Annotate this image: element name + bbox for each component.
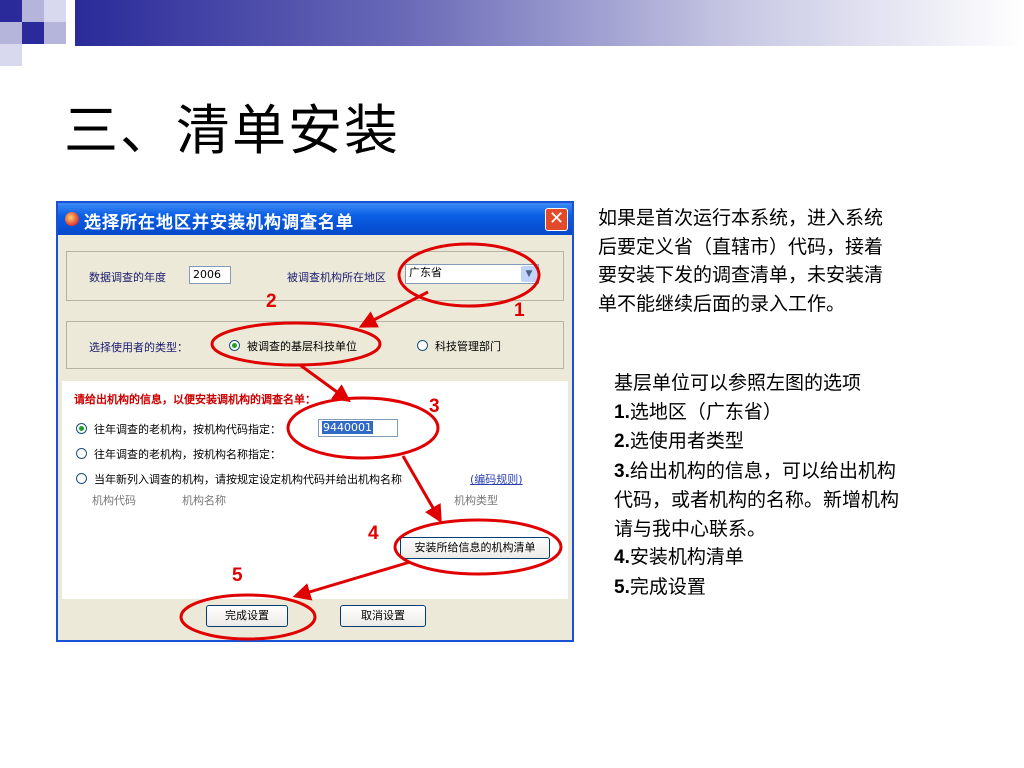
arrow-region-to-usertype xyxy=(358,290,429,328)
marker-5: 5 xyxy=(232,565,243,586)
arrow-install-to-finish xyxy=(292,560,411,601)
intro-line-4: 单不能继续后面的录入工作。 xyxy=(598,292,846,315)
arrow-usertype-to-orginfo xyxy=(299,363,351,403)
steps-list: 基层单位可以参照左图的选项 1.选地区（广东省） 2.选使用者类型 3.给出机构… xyxy=(614,369,1014,602)
step-2-num: 2. xyxy=(614,431,630,452)
step-1: 1.选地区（广东省） xyxy=(614,398,1014,428)
circle-user-type xyxy=(210,321,382,367)
intro-line-3: 要安装下发的调查清单，未安装清 xyxy=(598,264,884,286)
steps-heading: 基层单位可以参照左图的选项 xyxy=(614,372,862,394)
step-3-cont-1: 代码，或者机构的名称。新增机构 xyxy=(614,486,1014,515)
step-4-num: 4. xyxy=(614,547,630,568)
circle-install-button xyxy=(393,518,563,576)
intro-line-2: 后要定义省（直辖市）代码，接着 xyxy=(598,235,884,258)
step-5-num: 5. xyxy=(614,576,630,598)
circle-org-code xyxy=(286,396,440,460)
marker-1: 1 xyxy=(514,300,525,321)
step-5: 5.完成设置 xyxy=(614,573,1014,603)
marker-4: 4 xyxy=(368,523,379,544)
marker-2: 2 xyxy=(266,291,277,312)
step-5-text: 完成设置 xyxy=(629,575,706,598)
intro-line-1: 如果是首次运行本系统，进入系统 xyxy=(598,207,884,229)
step-1-text: 选地区（广东省） xyxy=(629,400,782,423)
step-3-text-2: 代码，或者机构的名称。新增机构 xyxy=(614,489,900,511)
step-4: 4.安装机构清单 xyxy=(614,543,1014,573)
arrow-orginfo-to-install xyxy=(401,455,442,524)
step-3: 3.给出机构的信息，可以给出机构 xyxy=(614,457,1014,487)
intro-paragraph: 如果是首次运行本系统，进入系统 后要定义省（直辖市）代码，接着 要安装下发的调查… xyxy=(598,204,998,318)
circle-finish-button xyxy=(179,593,317,641)
step-3-cont-2: 请与我中心联系。 xyxy=(614,515,1014,544)
marker-3: 3 xyxy=(429,396,440,417)
step-3-num: 3. xyxy=(614,460,630,482)
step-2-text: 选使用者类型 xyxy=(629,430,744,452)
step-3-text: 给出机构的信息，可以给出机构 xyxy=(629,459,896,482)
step-3-text-3: 请与我中心联系。 xyxy=(614,517,767,540)
step-4-text: 安装机构清单 xyxy=(629,546,744,568)
step-1-num: 1. xyxy=(614,401,630,423)
step-2: 2.选使用者类型 xyxy=(614,427,1014,457)
